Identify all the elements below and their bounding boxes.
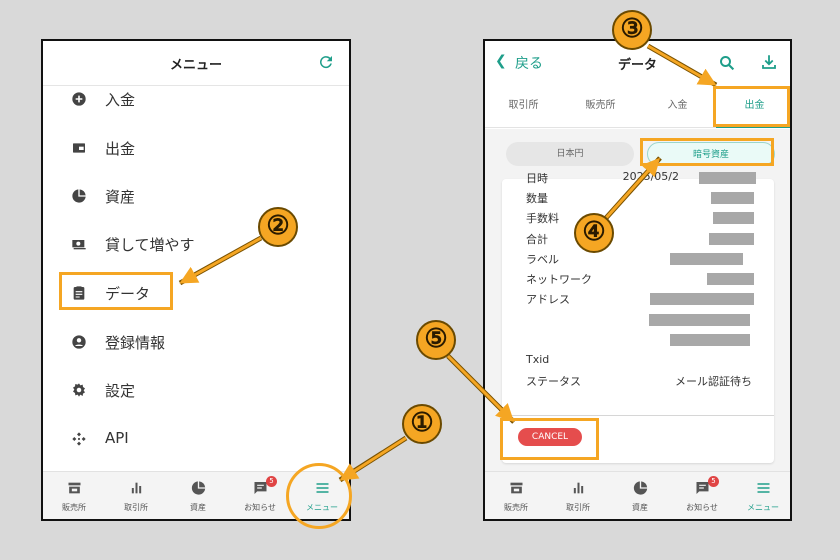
row-label: 数量 bbox=[526, 192, 548, 205]
clipboard-icon bbox=[73, 286, 85, 300]
tab-exchange[interactable]: 取引所 bbox=[105, 472, 167, 519]
wallet-icon bbox=[73, 143, 85, 153]
menu-item-label: 入金 bbox=[105, 91, 136, 109]
menu-screen: メニュー 入金 出金 資産 貸して増やす データ 登録情報 設定 API 販売所… bbox=[41, 39, 351, 521]
data-content: 日本円 暗号資産 日時 2025/05/2 数量 手数料 合計 ラベル ネットワ… bbox=[485, 129, 790, 471]
menu-item-data[interactable]: データ bbox=[43, 273, 349, 313]
redaction bbox=[707, 273, 754, 285]
store-icon bbox=[510, 482, 523, 494]
tab-label: 取引所 bbox=[124, 503, 148, 512]
redaction bbox=[709, 233, 754, 245]
menu-item-label: 出金 bbox=[105, 140, 136, 158]
download-icon[interactable] bbox=[760, 53, 778, 71]
redaction bbox=[670, 334, 750, 346]
api-icon bbox=[72, 432, 86, 446]
notification-badge: 5 bbox=[266, 476, 277, 487]
tab-deposit-history[interactable]: 入金 bbox=[639, 86, 716, 128]
bar-chart-icon bbox=[131, 482, 142, 494]
menu-item-label: 登録情報 bbox=[105, 334, 166, 352]
menu-item-label: 設定 bbox=[105, 382, 136, 400]
tab-exchange[interactable]: 取引所 bbox=[547, 472, 609, 519]
divider bbox=[502, 415, 774, 416]
tab-store-history[interactable]: 販売所 bbox=[562, 86, 639, 128]
menu-item-assets[interactable]: 資産 bbox=[43, 176, 349, 216]
menu-item-label: データ bbox=[105, 285, 151, 303]
menu-item-account-info[interactable]: 登録情報 bbox=[43, 322, 349, 362]
row-label: アドレス bbox=[526, 293, 570, 306]
cash-icon bbox=[72, 240, 86, 250]
menu-item-label: API bbox=[105, 429, 129, 447]
row-label: ネットワーク bbox=[526, 273, 592, 286]
pie-chart-icon bbox=[191, 481, 206, 495]
tab-label: お知らせ bbox=[244, 503, 276, 512]
cancel-button[interactable]: CANCEL bbox=[518, 428, 582, 446]
tab-label: お知らせ bbox=[686, 503, 718, 512]
arrow-1 bbox=[339, 436, 407, 481]
bar-chart-icon bbox=[573, 482, 584, 494]
account-icon bbox=[72, 335, 86, 349]
tab-news[interactable]: 5 お知らせ bbox=[671, 472, 733, 519]
search-icon[interactable] bbox=[718, 54, 736, 72]
tab-label: 資産 bbox=[190, 503, 206, 512]
redaction bbox=[649, 314, 750, 326]
menu-item-deposit[interactable]: 入金 bbox=[43, 79, 349, 119]
row-value: 2025/05/2 bbox=[622, 170, 679, 183]
redaction bbox=[670, 253, 743, 265]
hamburger-icon bbox=[316, 483, 329, 493]
data-type-tabs: 取引所 販売所 入金 出金 bbox=[485, 86, 790, 128]
tab-news[interactable]: 5 お知らせ bbox=[229, 472, 291, 519]
tab-store[interactable]: 販売所 bbox=[43, 472, 105, 519]
hamburger-icon bbox=[757, 483, 770, 493]
tab-label: メニュー bbox=[747, 503, 779, 512]
tab-label: 資産 bbox=[632, 503, 648, 512]
menu-item-settings[interactable]: 設定 bbox=[43, 370, 349, 410]
tab-label: 販売所 bbox=[504, 503, 528, 512]
tab-assets[interactable]: 資産 bbox=[167, 472, 229, 519]
tab-store[interactable]: 販売所 bbox=[485, 472, 547, 519]
redaction bbox=[711, 192, 754, 204]
row-label: ラベル bbox=[526, 253, 559, 266]
tab-menu[interactable]: メニュー bbox=[732, 472, 790, 519]
row-label: 手数料 bbox=[526, 212, 559, 225]
page-title: データ bbox=[617, 58, 657, 73]
notification-badge: 5 bbox=[708, 476, 719, 487]
tab-menu[interactable]: メニュー bbox=[291, 472, 349, 519]
bottom-tab-bar: 販売所 取引所 資産 5 お知らせ メニュー bbox=[485, 471, 790, 519]
store-icon bbox=[68, 482, 81, 494]
menu-item-withdraw[interactable]: 出金 bbox=[43, 128, 349, 168]
row-label: 合計 bbox=[526, 233, 548, 246]
tab-label: 販売所 bbox=[62, 503, 86, 512]
status-value: メール認証待ち bbox=[675, 375, 752, 388]
tab-withdraw-history[interactable]: 出金 bbox=[716, 86, 790, 128]
plus-circle-icon bbox=[72, 92, 86, 106]
pie-chart-icon bbox=[633, 481, 648, 495]
row-label: 日時 bbox=[526, 172, 548, 185]
redaction bbox=[650, 293, 754, 305]
redaction bbox=[699, 172, 756, 184]
step-5-marker: ⑤ bbox=[416, 320, 456, 360]
bottom-tab-bar: 販売所 取引所 資産 5 お知らせ メニュー bbox=[43, 471, 349, 519]
refresh-icon[interactable] bbox=[317, 53, 335, 71]
redaction bbox=[713, 212, 754, 224]
segment-jpy[interactable]: 日本円 bbox=[506, 142, 634, 166]
row-label: ステータス bbox=[526, 375, 581, 388]
tab-label: 取引所 bbox=[566, 503, 590, 512]
tab-label: メニュー bbox=[306, 503, 338, 512]
menu-item-api[interactable]: API bbox=[43, 419, 349, 459]
segment-crypto[interactable]: 暗号資産 bbox=[647, 142, 775, 166]
menu-item-lending[interactable]: 貸して増やす bbox=[43, 224, 349, 264]
row-label: Txid bbox=[526, 353, 550, 366]
gear-icon bbox=[73, 383, 85, 397]
step-1-marker: ① bbox=[402, 404, 442, 444]
pie-chart-icon bbox=[72, 189, 86, 203]
tab-assets[interactable]: 資産 bbox=[609, 472, 671, 519]
page-title: メニュー bbox=[169, 58, 222, 73]
tab-exchange-history[interactable]: 取引所 bbox=[485, 86, 562, 128]
withdrawal-card: 日時 2025/05/2 数量 手数料 合計 ラベル ネットワーク アドレス T… bbox=[502, 170, 774, 463]
menu-item-label: 貸して増やす bbox=[105, 236, 195, 254]
data-header: ❮ 戻る データ bbox=[485, 41, 790, 86]
menu-item-label: 資産 bbox=[105, 188, 136, 206]
data-screen: ❮ 戻る データ 取引所 販売所 入金 出金 日本円 暗号資産 日時 2025/… bbox=[483, 39, 792, 521]
